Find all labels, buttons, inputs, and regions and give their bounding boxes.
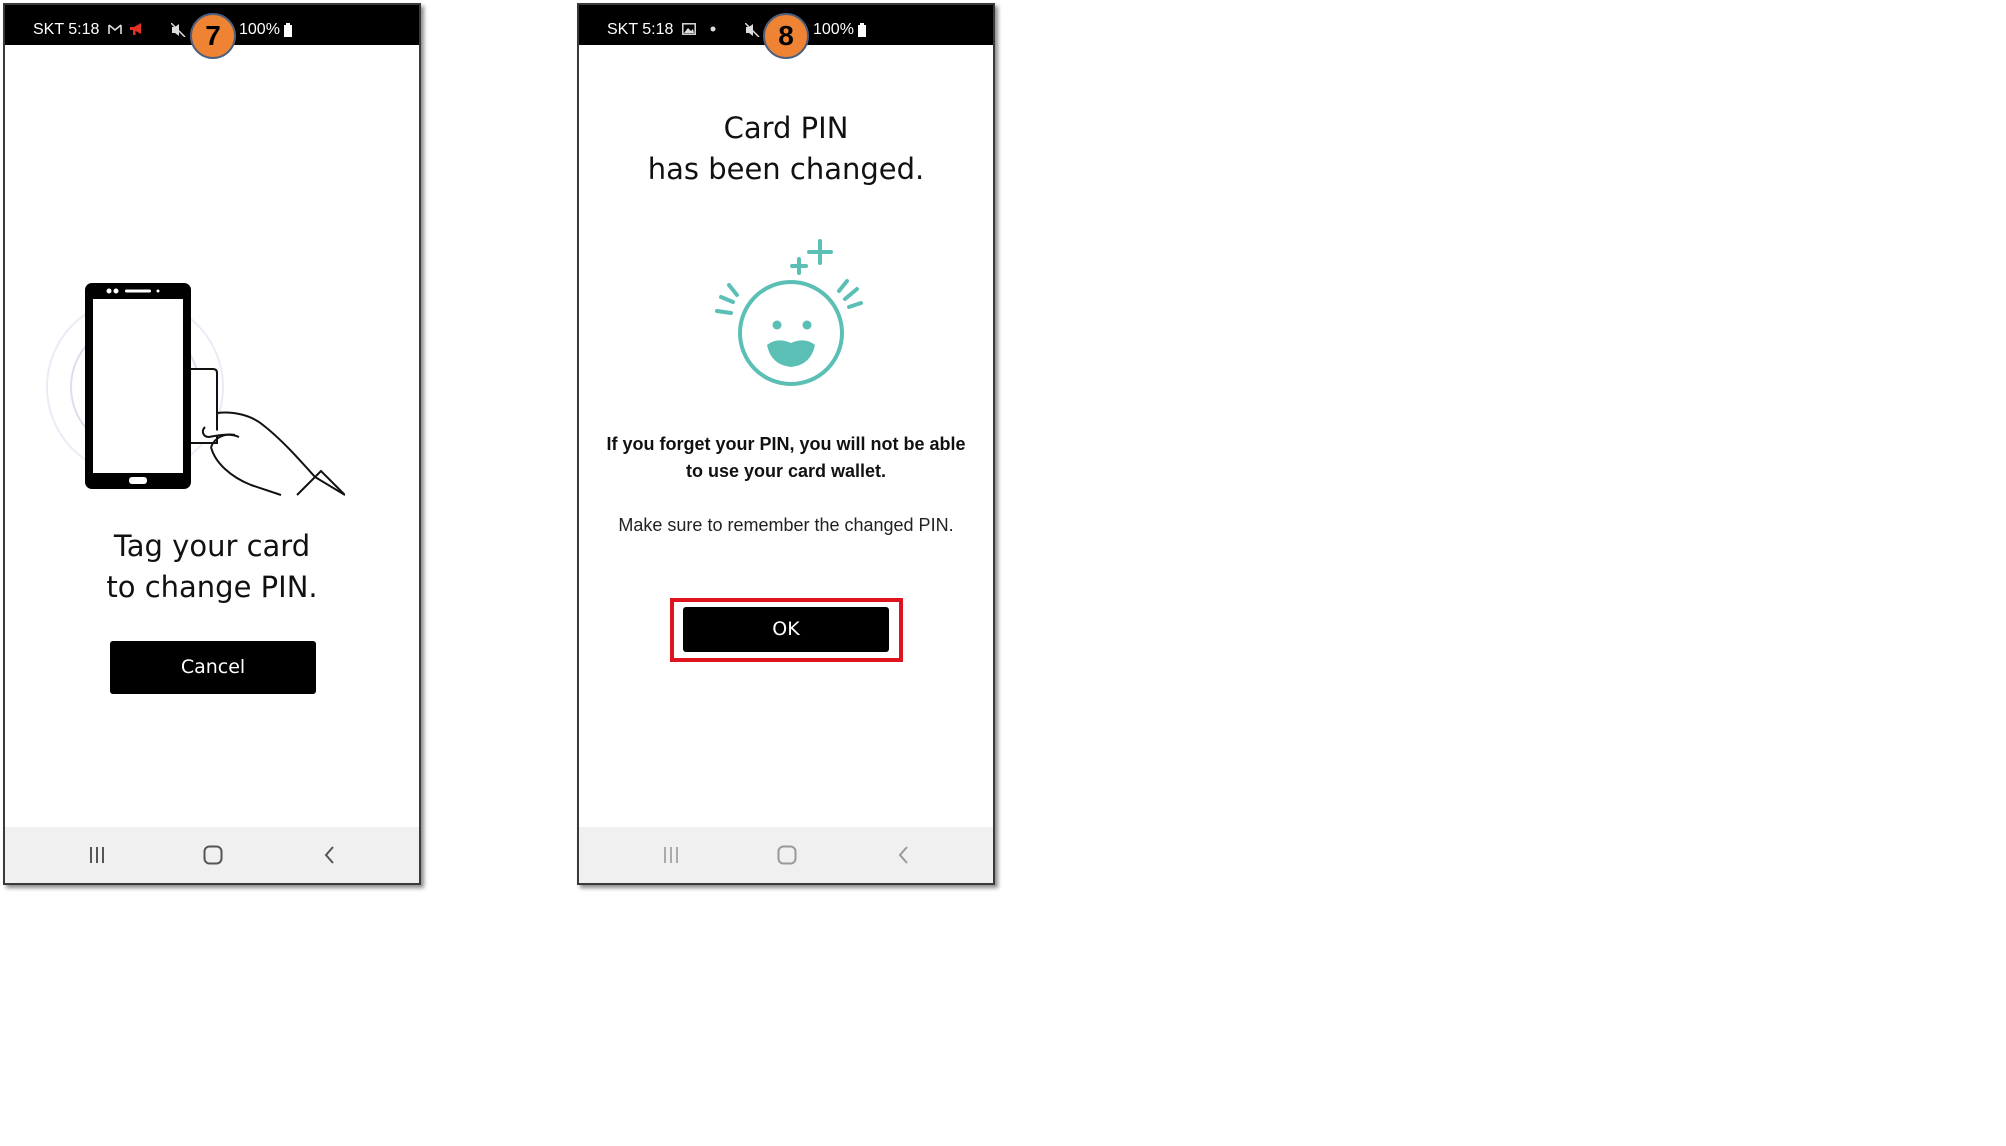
battery-percent: 100% — [813, 21, 854, 38]
forget-pin-warning: If you forget your PIN, you will not be … — [606, 434, 966, 481]
dot-icon — [710, 26, 716, 32]
mute-icon — [171, 23, 186, 37]
recent-apps-icon[interactable] — [85, 843, 109, 867]
ok-button-highlight — [670, 598, 903, 662]
battery-icon — [283, 23, 292, 37]
megaphone-icon — [130, 23, 142, 35]
back-icon[interactable] — [318, 843, 342, 867]
recent-apps-icon[interactable] — [659, 843, 683, 867]
gmail-icon — [108, 24, 122, 34]
navigation-bar — [579, 827, 993, 883]
instruction-line-2: to change PIN. — [106, 570, 318, 604]
cancel-button[interactable]: Cancel — [110, 641, 316, 694]
navigation-bar — [5, 827, 419, 883]
gallery-icon — [681, 23, 696, 35]
result-title-line-1: Card PIN — [723, 111, 849, 145]
step-badge: 8 — [763, 13, 809, 59]
step-badge: 7 — [190, 13, 236, 59]
remember-pin-note: Make sure to remember the changed PIN. — [618, 515, 954, 535]
result-title-line-2: has been changed. — [647, 152, 925, 186]
mute-icon — [745, 23, 760, 37]
phone-tag-card-illustration — [46, 283, 345, 496]
home-icon[interactable] — [775, 843, 799, 867]
battery-icon — [857, 23, 866, 37]
home-icon[interactable] — [201, 843, 225, 867]
battery-percent: 100% — [239, 21, 280, 38]
carrier-time: SKT 5:18 — [607, 21, 674, 38]
phone-screen-step-8: SKT 5:18 100% 8 Card PIN has been change… — [577, 3, 995, 885]
phone-screen-step-7: SKT 5:18 100% 7 Tag your card to change … — [3, 3, 421, 885]
back-icon[interactable] — [892, 843, 916, 867]
smiley-icon — [715, 239, 863, 386]
carrier-time: SKT 5:18 — [33, 21, 100, 38]
instruction-line-1: Tag your card — [113, 529, 311, 563]
